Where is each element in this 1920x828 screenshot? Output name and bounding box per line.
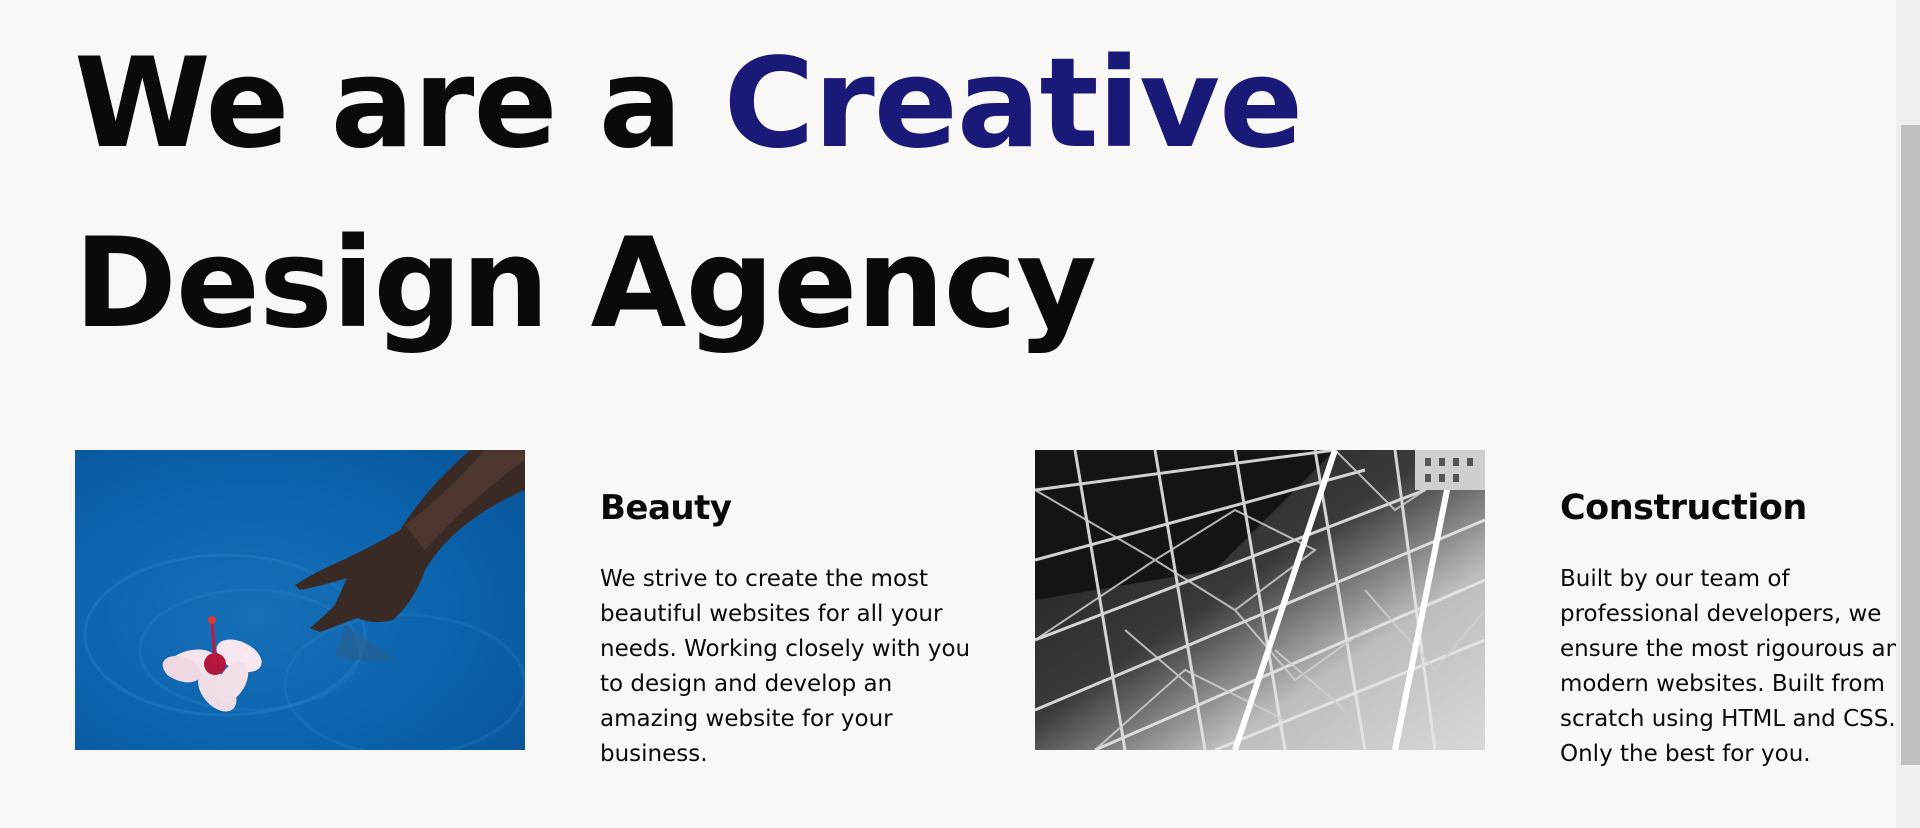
flower-in-water-image bbox=[75, 450, 525, 750]
hero-headline: We are a Creative Design Agency bbox=[74, 14, 1304, 374]
scrollbar-thumb[interactable] bbox=[1901, 125, 1920, 765]
page: We are a Creative Design Agency Beauty W… bbox=[0, 0, 1920, 828]
service-card-beauty: Beauty We strive to create the most beau… bbox=[75, 450, 975, 772]
hero-accent-word: Creative bbox=[723, 32, 1304, 176]
page-scrollbar[interactable] bbox=[1896, 0, 1920, 828]
beauty-image bbox=[75, 450, 525, 750]
hero-prefix: We are a bbox=[74, 32, 682, 176]
construction-image bbox=[1035, 450, 1485, 750]
steel-structure-image bbox=[1035, 450, 1485, 750]
service-card-construction: Construction Built by our team of profes… bbox=[1035, 450, 1920, 772]
hero-line-1: We are a Creative bbox=[74, 14, 1304, 194]
hero-line-2: Design Agency bbox=[74, 212, 1097, 356]
